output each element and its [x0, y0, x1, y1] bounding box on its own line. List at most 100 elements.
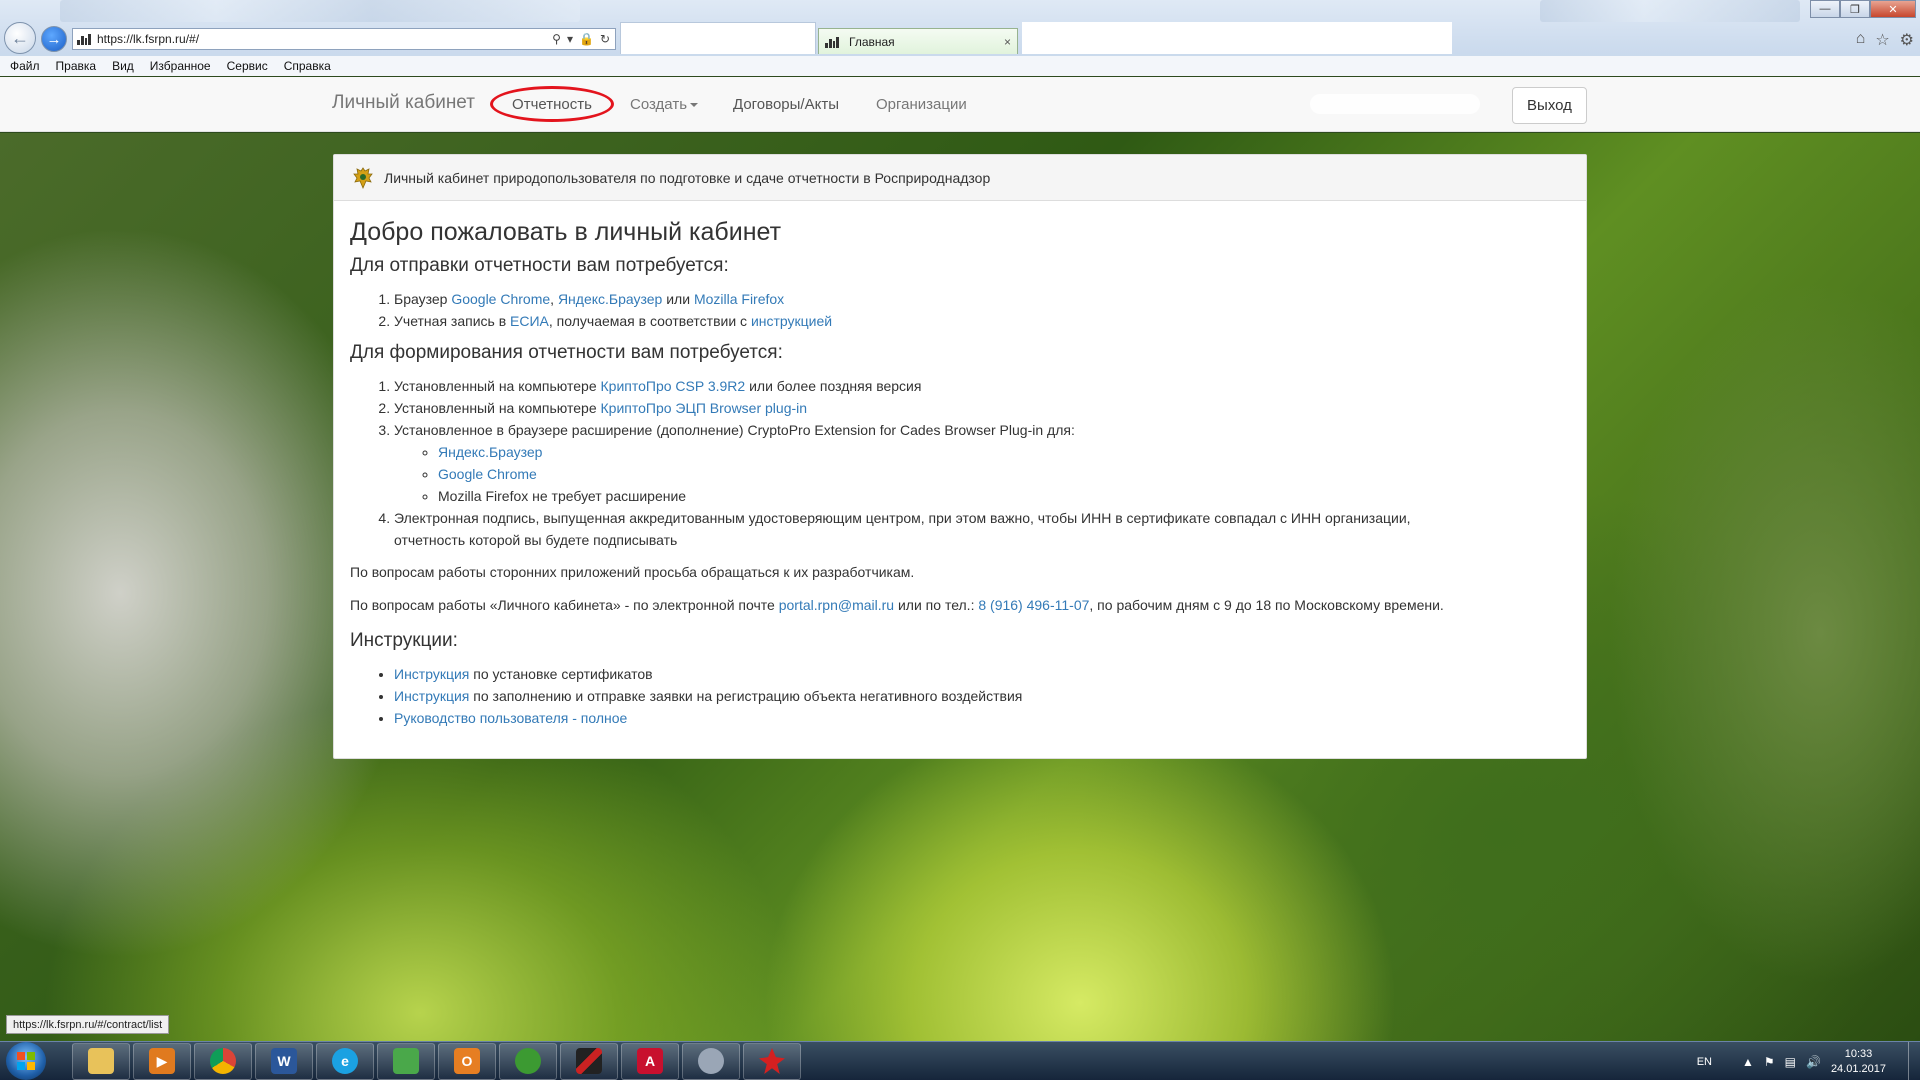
gear-icon[interactable]: ⚙ — [1900, 30, 1914, 50]
close-icon[interactable]: × — [1004, 35, 1011, 49]
search-icon[interactable]: ⚲ — [552, 32, 561, 46]
text: Браузер — [394, 291, 452, 307]
menu-tools[interactable]: Сервис — [227, 59, 268, 73]
user-guide-link[interactable]: Руководство пользователя - полное — [394, 710, 627, 726]
tab-strip: Главная × — [620, 22, 1452, 54]
nav-create-label: Создать — [630, 96, 688, 113]
taskbar-app-chart[interactable] — [377, 1042, 435, 1080]
url-text[interactable]: https://lk.fsrpn.ru/#/ — [97, 32, 552, 46]
media-player-icon: ▶ — [149, 1048, 175, 1074]
list-item: Google Chrome — [438, 463, 1570, 485]
taskbar-ie[interactable]: e — [316, 1042, 374, 1080]
start-button[interactable] — [6, 1042, 46, 1080]
menu-help[interactable]: Справка — [284, 59, 331, 73]
chrome-link[interactable]: Google Chrome — [451, 291, 550, 307]
taskbar-app-red[interactable] — [743, 1042, 801, 1080]
yandex-browser-link[interactable]: Яндекс.Браузер — [558, 291, 662, 307]
taskbar-app-tree[interactable] — [499, 1042, 557, 1080]
maximize-button[interactable]: ❐ — [1840, 0, 1870, 18]
cryptopro-csp-link[interactable]: КриптоПро CSP 3.9R2 — [601, 378, 746, 394]
app-icon — [576, 1048, 602, 1074]
volume-icon[interactable]: 🔊 — [1806, 1055, 1821, 1069]
list-item: Установленное в браузере расширение (доп… — [394, 419, 1570, 507]
taskbar-media-player[interactable]: ▶ — [133, 1042, 191, 1080]
list-item: Браузер Google Chrome, Яндекс.Браузер ил… — [394, 288, 1570, 310]
chrome-extension-link[interactable]: Google Chrome — [438, 466, 537, 482]
browser-chrome: ← → https://lk.fsrpn.ru/#/ ⚲ ▾ 🔒 ↻ Главн… — [0, 0, 1920, 76]
network-icon[interactable]: ▤ — [1785, 1055, 1796, 1069]
star-icon[interactable]: ☆ — [1875, 30, 1889, 50]
instruction-link[interactable]: инструкцией — [751, 313, 832, 329]
list-item: Инструкция по установке сертификатов — [394, 663, 1570, 685]
clock-date: 24.01.2017 — [1830, 1062, 1886, 1075]
folder-icon — [88, 1048, 114, 1074]
form-requirements-title: Для формирования отчетности вам потребуе… — [350, 342, 783, 363]
instructions-list: Инструкция по установке сертификатов Инс… — [350, 663, 1570, 729]
yandex-extension-link[interactable]: Яндекс.Браузер — [438, 444, 542, 460]
text: отчетность которой вы будете подписывать — [394, 532, 678, 548]
cryptopro-plugin-link[interactable]: КриптоПро ЭЦП Browser plug-in — [601, 400, 808, 416]
logout-button[interactable]: Выход — [1512, 87, 1587, 124]
menu-file[interactable]: Файл — [10, 59, 40, 73]
refresh-icon[interactable]: ↻ — [600, 32, 610, 46]
text: По вопросам работы «Личного кабинета» - … — [350, 597, 779, 613]
panel-body: Добро пожаловать в личный кабинет Для от… — [334, 201, 1586, 750]
panel-heading: Личный кабинет природопользователя по по… — [334, 155, 1586, 201]
firefox-link[interactable]: Mozilla Firefox — [694, 291, 784, 307]
taskbar-chrome[interactable] — [194, 1042, 252, 1080]
navbar-brand[interactable]: Личный кабинет — [332, 92, 475, 114]
taskbar-explorer[interactable] — [72, 1042, 130, 1080]
tab-blank-2[interactable] — [1022, 22, 1452, 54]
text: Установленный на компьютере — [394, 400, 601, 416]
taskbar-outlook[interactable]: O — [438, 1042, 496, 1080]
nav-report-link[interactable]: Отчетность — [490, 86, 614, 122]
support-email-link[interactable]: portal.rpn@mail.ru — [779, 597, 894, 613]
status-bar-url: https://lk.fsrpn.ru/#/contract/list — [6, 1015, 170, 1034]
taskbar-app-stripes[interactable] — [560, 1042, 618, 1080]
address-bar[interactable]: https://lk.fsrpn.ru/#/ ⚲ ▾ 🔒 ↻ — [72, 28, 616, 50]
instructions-title: Инструкции: — [350, 630, 458, 651]
send-requirements-list: Браузер Google Chrome, Яндекс.Браузер ил… — [350, 288, 1570, 332]
taskbar: ▶ W e O A EN ▲ ⚑ ▤ 🔊 10:33 24.01.2017 — [0, 1041, 1920, 1080]
show-desktop-button[interactable] — [1908, 1042, 1920, 1080]
language-indicator[interactable]: EN — [1697, 1056, 1712, 1068]
taskbar-word[interactable]: W — [255, 1042, 313, 1080]
text: или более поздняя версия — [745, 378, 922, 394]
system-tray: EN ▲ ⚑ ▤ 🔊 10:33 24.01.2017 — [1697, 1042, 1920, 1080]
nav-contracts-link[interactable]: Договоры/Акты — [733, 96, 839, 113]
dropdown-icon[interactable]: ▾ — [567, 32, 573, 46]
taskbar-app-person[interactable] — [682, 1042, 740, 1080]
close-window-button[interactable]: ✕ — [1870, 0, 1916, 18]
chevron-up-icon[interactable]: ▲ — [1742, 1055, 1754, 1069]
list-item: Учетная запись в ЕСИА, получаемая в соот… — [394, 310, 1570, 332]
registration-instruction-link[interactable]: Инструкция — [394, 688, 469, 704]
forward-button[interactable]: → — [41, 26, 67, 52]
tab-label: Главная — [849, 34, 895, 49]
flag-icon[interactable]: ⚑ — [1764, 1055, 1775, 1069]
certificate-instruction-link[interactable]: Инструкция — [394, 666, 469, 682]
tab-home[interactable]: Главная × — [818, 28, 1018, 54]
menu-edit[interactable]: Правка — [56, 59, 97, 73]
emblem-icon — [352, 166, 374, 190]
lock-icon[interactable]: 🔒 — [579, 32, 594, 46]
nav-orgs-link[interactable]: Организации — [876, 96, 967, 113]
menu-bar: Файл Правка Вид Избранное Сервис Справка — [0, 56, 1920, 76]
home-icon[interactable]: ⌂ — [1856, 30, 1866, 50]
back-button[interactable]: ← — [4, 22, 36, 54]
text: , получаемая в соответствии с — [548, 313, 751, 329]
clock[interactable]: 10:33 24.01.2017 — [1831, 1047, 1886, 1077]
nav-create-dropdown[interactable]: Создать — [630, 96, 699, 113]
text: Учетная запись в — [394, 313, 511, 329]
blurred-tabs — [60, 0, 580, 22]
menu-favorites[interactable]: Избранное — [150, 59, 211, 73]
esia-link[interactable]: ЕСИА — [510, 313, 549, 329]
support-phone-link[interactable]: 8 (916) 496-11-07 — [978, 597, 1089, 613]
app-icon — [759, 1048, 785, 1074]
taskbar-acrobat[interactable]: A — [621, 1042, 679, 1080]
menu-view[interactable]: Вид — [112, 59, 134, 73]
list-item: Инструкция по заполнению и отправке заяв… — [394, 685, 1570, 707]
minimize-button[interactable]: — — [1810, 0, 1840, 18]
clock-time: 10:33 — [1844, 1047, 1873, 1060]
tab-blank[interactable] — [620, 22, 816, 54]
ie-icon: e — [332, 1048, 358, 1074]
